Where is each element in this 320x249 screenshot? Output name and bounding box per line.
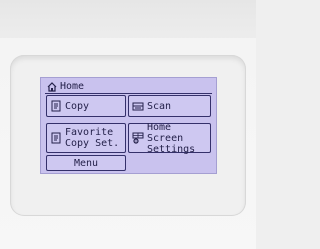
favorite-label: Favorite Copy Set. xyxy=(65,127,120,149)
home-icon xyxy=(47,81,57,92)
copy-document-icon xyxy=(51,100,61,112)
lcd-screen: Home Copy Scan Favorite Copy Set. Home S… xyxy=(40,77,217,174)
scan-label: Scan xyxy=(147,100,172,112)
screen-titlebar: Home xyxy=(47,81,84,92)
device-bezel-top xyxy=(0,0,256,40)
favorite-copy-settings-button[interactable]: Favorite Copy Set. xyxy=(46,123,126,153)
home-settings-gear-icon xyxy=(132,132,144,144)
copy-button[interactable]: Copy xyxy=(46,95,126,117)
menu-button[interactable]: Menu xyxy=(46,155,126,171)
screen-title: Home xyxy=(60,81,85,92)
scanner-icon xyxy=(132,102,144,111)
scan-button[interactable]: Scan xyxy=(128,95,211,117)
home-screen-settings-label: Home Screen Settings xyxy=(147,121,196,155)
copy-label: Copy xyxy=(65,100,90,112)
home-screen-settings-button[interactable]: Home Screen Settings xyxy=(128,121,211,155)
menu-label: Menu xyxy=(73,157,99,169)
favorite-document-icon xyxy=(51,132,61,144)
title-divider xyxy=(45,93,212,94)
